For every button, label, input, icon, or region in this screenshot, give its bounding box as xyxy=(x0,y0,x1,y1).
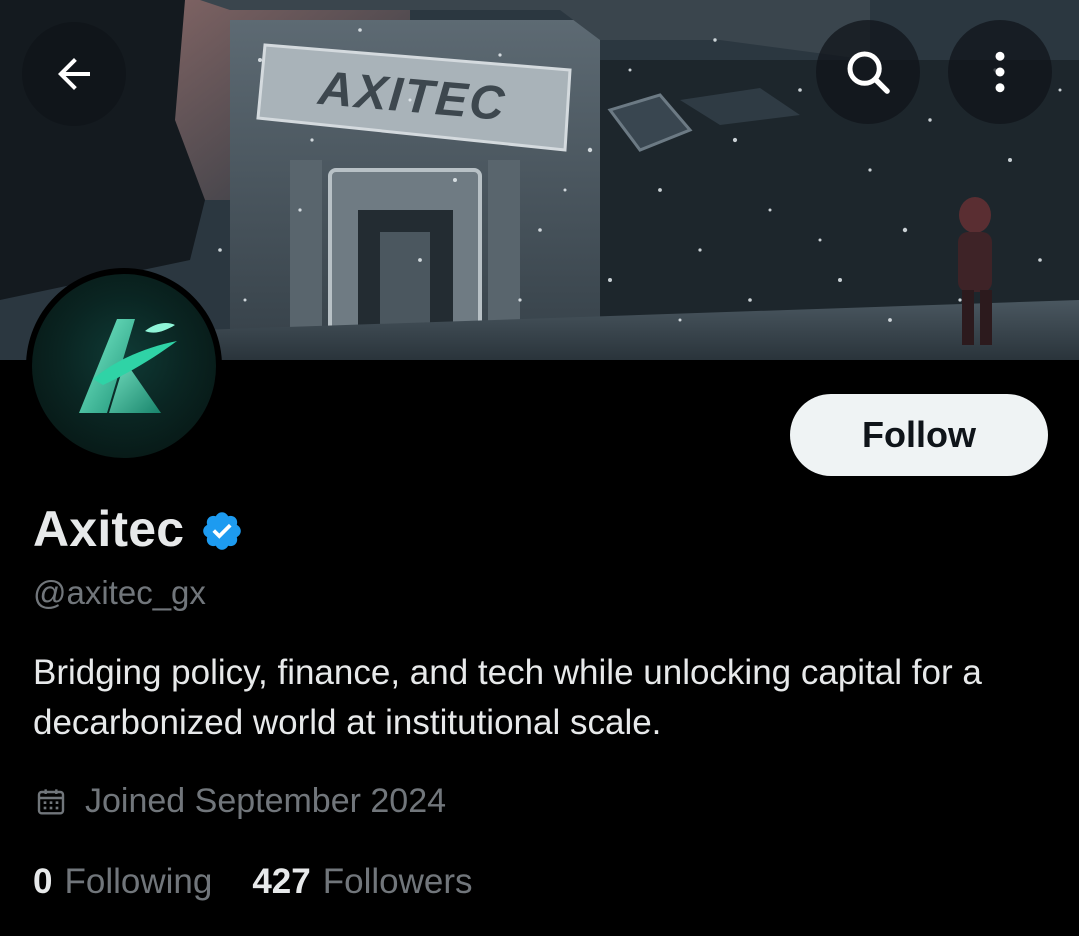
search-button[interactable] xyxy=(816,20,920,124)
back-button[interactable] xyxy=(22,22,126,126)
avatar-logo xyxy=(32,274,216,458)
follow-stats: 0 Following 427 Followers xyxy=(33,862,473,902)
followers-count: 427 xyxy=(252,862,311,901)
more-vertical-icon xyxy=(995,51,1005,93)
following-count: 0 xyxy=(33,862,53,901)
following-stat[interactable]: 0 Following xyxy=(33,862,212,902)
arrow-left-icon xyxy=(58,58,90,90)
search-icon xyxy=(847,51,890,94)
follow-button[interactable]: Follow xyxy=(790,394,1048,476)
verified-badge-icon[interactable] xyxy=(200,509,244,553)
following-label: Following xyxy=(64,862,213,901)
profile-bio: Bridging policy, finance, and tech while… xyxy=(33,653,982,742)
display-name: Axitec xyxy=(33,501,185,557)
followers-label: Followers xyxy=(322,862,473,901)
profile-handle: @axitec_gx xyxy=(33,574,206,611)
joined-date: Joined September 2024 xyxy=(85,782,447,820)
more-options-button[interactable] xyxy=(948,20,1052,124)
profile-avatar[interactable] xyxy=(26,268,222,464)
profile-name-row: Axitec xyxy=(33,500,244,558)
axitec-logo-icon xyxy=(79,319,177,413)
calendar-icon xyxy=(37,788,65,815)
joined-date-row: Joined September 2024 xyxy=(35,782,446,821)
followers-stat[interactable]: 427 Followers xyxy=(252,862,472,902)
